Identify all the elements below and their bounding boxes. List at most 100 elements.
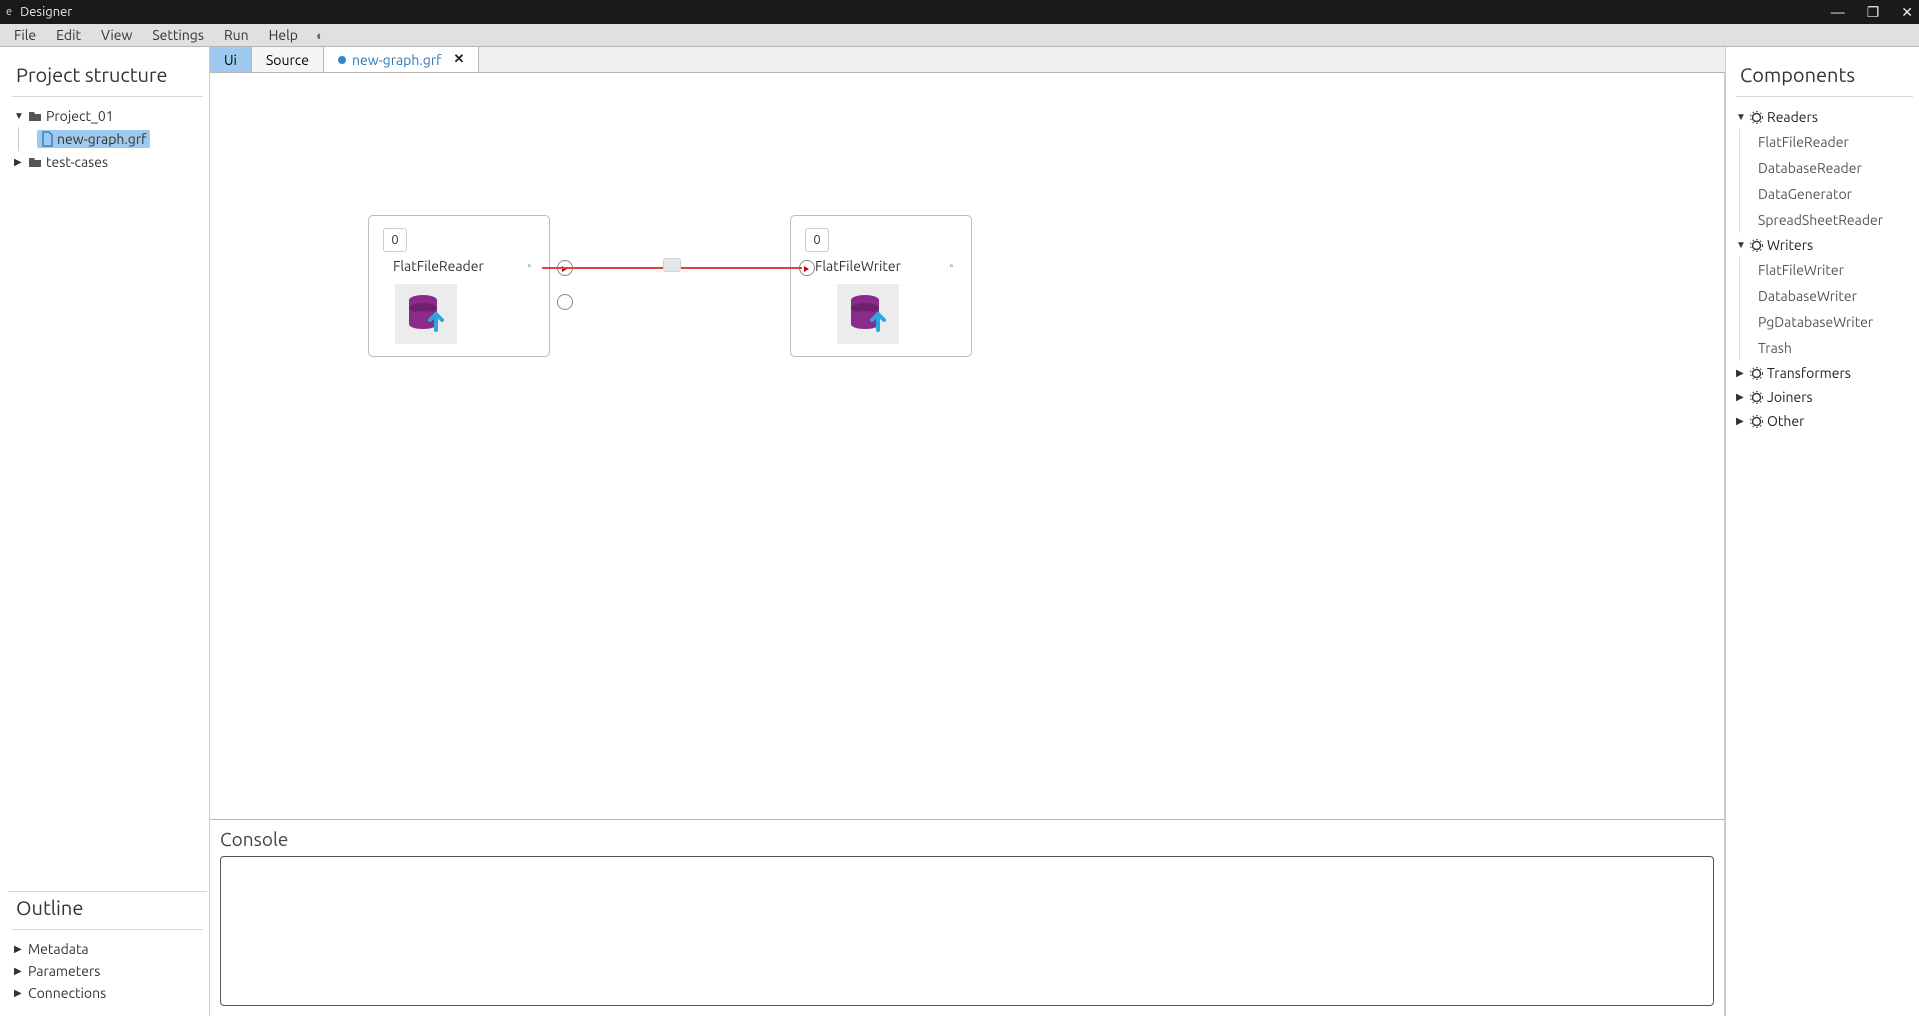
window-close-icon[interactable]: ✕	[1901, 4, 1913, 21]
group-writers-label: Writers	[1767, 237, 1813, 253]
caret-right-icon: ▶	[1736, 367, 1746, 379]
group-joiners[interactable]: ▶ Joiners	[1736, 385, 1913, 409]
node-flatfilereader[interactable]: 0 FlatFileReader ▫	[368, 215, 550, 357]
caret-right-icon: ▶	[14, 987, 24, 999]
tree-folder-label: test-cases	[46, 154, 108, 170]
graph-canvas[interactable]: 0 FlatFileReader ▫	[210, 73, 1724, 819]
caret-right-icon: ▶	[1736, 391, 1746, 403]
component-spreadsheetreader[interactable]: SpreadSheetReader	[1754, 207, 1913, 233]
menu-settings[interactable]: Settings	[142, 25, 214, 45]
database-upload-icon	[848, 292, 888, 336]
tab-ui-label: Ui	[224, 52, 237, 68]
tab-close-icon[interactable]: ✕	[453, 52, 464, 67]
outline-title: Outline	[12, 892, 203, 930]
menu-view[interactable]: View	[91, 25, 142, 45]
group-joiners-label: Joiners	[1767, 389, 1813, 405]
component-trash[interactable]: Trash	[1754, 335, 1913, 361]
outline-item-label: Connections	[28, 985, 106, 1001]
menu-run[interactable]: Run	[214, 25, 259, 45]
dark-mode-toggle-icon[interactable]: ◐	[316, 28, 324, 43]
group-writers[interactable]: ▼ Writers	[1736, 233, 1913, 257]
node-menu-icon[interactable]: ▫	[527, 260, 531, 272]
component-databasereader[interactable]: DatabaseReader	[1754, 155, 1913, 181]
menu-edit[interactable]: Edit	[46, 25, 91, 45]
tree-file-label: new-graph.grf	[57, 131, 146, 147]
caret-down-icon: ▼	[1736, 239, 1746, 251]
group-transformers-label: Transformers	[1767, 365, 1851, 381]
canvas-and-console: 0 FlatFileReader ▫	[210, 73, 1725, 1016]
tree-root-project[interactable]: ▼ Project_01	[12, 105, 203, 127]
components-title: Components	[1736, 59, 1913, 97]
outline-tree: ▶ Metadata ▶ Parameters ▶ Connections	[12, 938, 203, 1004]
node-reader-badge: 0	[383, 228, 407, 252]
gear-icon	[1750, 367, 1763, 380]
console-output[interactable]	[220, 856, 1714, 1006]
outline-item-label: Metadata	[28, 941, 89, 957]
menu-file[interactable]: File	[4, 25, 46, 45]
folder-icon	[28, 110, 42, 122]
outline-item-label: Parameters	[28, 963, 100, 979]
tab-file-label: new-graph.grf	[352, 52, 441, 68]
outline-metadata[interactable]: ▶ Metadata	[12, 938, 203, 960]
component-databasewriter[interactable]: DatabaseWriter	[1754, 283, 1913, 309]
tree-folder-testcases[interactable]: ▶ test-cases	[12, 151, 203, 173]
group-readers-label: Readers	[1767, 109, 1818, 125]
writers-list: FlatFileWriter DatabaseWriter PgDatabase…	[1739, 257, 1913, 361]
window-titlebar: e Designer ― ❐ ✕	[0, 0, 1919, 24]
sidebar-left: Project structure ▼ Project_01 new-graph…	[0, 47, 210, 1016]
console-panel: Console	[210, 819, 1724, 1016]
node-writer-icon-box	[837, 284, 899, 344]
editor-tabbar: Ui Source new-graph.grf ✕	[210, 47, 1725, 73]
component-flatfilewriter[interactable]: FlatFileWriter	[1754, 257, 1913, 283]
console-title: Console	[220, 828, 1714, 850]
gear-icon	[1750, 415, 1763, 428]
node-writer-badge: 0	[805, 228, 829, 252]
tab-ui[interactable]: Ui	[210, 47, 252, 72]
edge-label[interactable]	[663, 258, 681, 272]
node-reader-out-port-1[interactable]	[557, 294, 573, 310]
group-readers[interactable]: ▼ Readers	[1736, 105, 1913, 129]
component-datagenerator[interactable]: DataGenerator	[1754, 181, 1913, 207]
gear-icon	[1750, 391, 1763, 404]
node-reader-icon-box	[395, 284, 457, 344]
tab-source[interactable]: Source	[252, 47, 324, 72]
caret-down-icon: ▼	[1736, 111, 1746, 123]
app-title: Designer	[20, 5, 72, 19]
outline-parameters[interactable]: ▶ Parameters	[12, 960, 203, 982]
tree-file-newgraph[interactable]: new-graph.grf	[18, 127, 203, 151]
folder-icon	[28, 156, 42, 168]
window-minimize-icon[interactable]: ―	[1831, 4, 1845, 20]
file-icon	[41, 132, 53, 146]
sidebar-right: Components ▼ Readers FlatFileReader Data…	[1725, 47, 1919, 1016]
tree-root-label: Project_01	[46, 108, 114, 124]
caret-right-icon: ▶	[14, 156, 24, 168]
window-maximize-icon[interactable]: ❐	[1867, 4, 1880, 21]
node-flatfilewriter[interactable]: 0 FlatFileWriter ▫	[790, 215, 972, 357]
caret-right-icon: ▶	[14, 943, 24, 955]
caret-right-icon: ▶	[1736, 415, 1746, 427]
group-other-label: Other	[1767, 413, 1804, 429]
component-flatfilereader[interactable]: FlatFileReader	[1754, 129, 1913, 155]
menu-bar: File Edit View Settings Run Help ◐	[0, 24, 1919, 47]
caret-right-icon: ▶	[14, 965, 24, 977]
node-reader-label: FlatFileReader	[393, 258, 484, 274]
gear-icon	[1750, 239, 1763, 252]
database-upload-icon	[406, 292, 446, 336]
edge-reader-to-writer[interactable]	[542, 267, 802, 269]
group-transformers[interactable]: ▶ Transformers	[1736, 361, 1913, 385]
app-body: Project structure ▼ Project_01 new-graph…	[0, 47, 1919, 1016]
center-area: Ui Source new-graph.grf ✕ 0 FlatFileRead…	[210, 47, 1725, 1016]
component-pgdatabasewriter[interactable]: PgDatabaseWriter	[1754, 309, 1913, 335]
group-other[interactable]: ▶ Other	[1736, 409, 1913, 433]
tab-source-label: Source	[266, 52, 309, 68]
node-menu-icon[interactable]: ▫	[949, 260, 953, 272]
menu-help[interactable]: Help	[259, 25, 308, 45]
tab-file-newgraph[interactable]: new-graph.grf ✕	[324, 47, 479, 72]
unsaved-dot-icon	[338, 56, 346, 64]
project-structure-title: Project structure	[12, 59, 203, 97]
node-writer-label: FlatFileWriter	[815, 258, 901, 274]
outline-connections[interactable]: ▶ Connections	[12, 982, 203, 1004]
gear-icon	[1750, 111, 1763, 124]
caret-down-icon: ▼	[14, 110, 24, 122]
readers-list: FlatFileReader DatabaseReader DataGenera…	[1739, 129, 1913, 233]
